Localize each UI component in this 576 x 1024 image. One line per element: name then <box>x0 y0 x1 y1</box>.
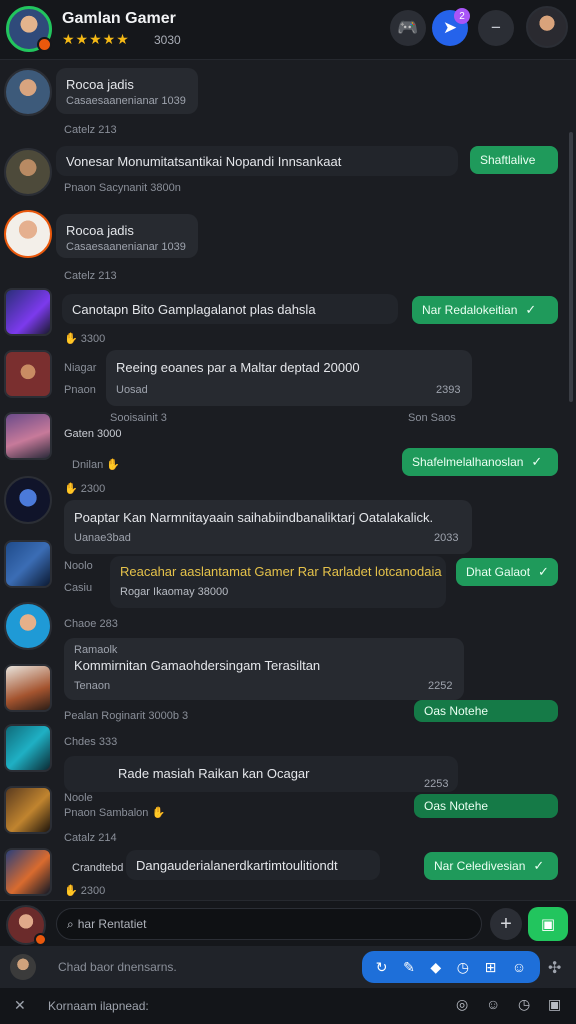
channel-subtitle: 3030 <box>154 33 181 47</box>
message-bubble: Reacahar aaslantamat Gamer Rar Rarladet … <box>110 556 446 608</box>
send-box-button[interactable]: ▣ <box>528 907 568 941</box>
action-button[interactable]: Shaftlalive <box>470 146 558 174</box>
avatar[interactable] <box>4 786 52 834</box>
avatar[interactable] <box>4 412 52 460</box>
image-icon[interactable]: ▣ <box>548 996 561 1013</box>
bottom-hint: Kornaam ilapnead: <box>48 999 149 1013</box>
send-button[interactable]: ➤ 2 <box>432 8 470 46</box>
search-icon: ⌕ <box>67 917 74 931</box>
action-button[interactable]: Oas Notehe <box>414 700 558 722</box>
app-header: Gamlan Gamer ★★★★★ 3030 🎮 ➤ 2 − <box>0 0 576 60</box>
avatar[interactable] <box>4 288 52 336</box>
composer-avatar[interactable] <box>6 905 47 946</box>
check-icon: ✓ <box>533 858 545 873</box>
refresh-icon[interactable]: ↻ <box>376 959 388 976</box>
message-composer: ⌕ har Rentatiet + ▣ <box>0 900 576 946</box>
check-icon: ✓ <box>525 302 537 317</box>
avatar[interactable] <box>4 68 52 116</box>
help-icon[interactable]: ◎ <box>456 996 468 1013</box>
check-icon: ✓ <box>538 564 549 579</box>
chat-feed[interactable]: Rocoa jadis Casaesaanenianar 1039 Catelz… <box>0 62 576 900</box>
action-button[interactable]: Nar Redalokeitian ✓ <box>412 296 558 324</box>
pin-icon[interactable]: ✎ <box>403 959 415 976</box>
action-button[interactable]: Shafelmelalhanoslan ✓ <box>402 448 558 476</box>
emoji-icon: ✋ <box>64 333 78 345</box>
avatar[interactable] <box>4 350 52 398</box>
game-controller-button[interactable]: 🎮 <box>390 10 426 46</box>
toolbar-hint: Chad baor dnensarns. <box>58 960 177 974</box>
clock-icon[interactable]: ◷ <box>518 996 530 1013</box>
action-button[interactable]: Nar Celedivesian ✓ <box>424 852 558 880</box>
settings-icon[interactable]: ✣ <box>548 958 561 978</box>
message-bubble: Vonesar Monumitatsantikai Nopandi Innsan… <box>56 146 458 176</box>
message-bubble: Dangauderialanerdkartimtoulitiondt <box>126 850 380 880</box>
message-input[interactable]: ⌕ har Rentatiet <box>56 908 482 940</box>
message-bubble: Reeing eoanes par a Maltar deptad 20000 … <box>106 350 472 406</box>
avatar[interactable] <box>4 724 52 772</box>
action-button[interactable]: Dhat Galaot ✓ <box>456 558 558 586</box>
emoji-icon[interactable]: ☺ <box>512 959 526 975</box>
smile-icon[interactable]: ☺ <box>486 996 500 1012</box>
rating-stars: ★★★★★ <box>62 31 130 47</box>
feed-scrollbar[interactable] <box>569 132 573 402</box>
check-icon: ✓ <box>531 454 543 469</box>
clock-icon[interactable]: ◷ <box>457 959 469 976</box>
controller-icon[interactable]: ◆ <box>430 959 441 976</box>
game-controller-icon: 🎮 <box>397 18 419 37</box>
reaction-toolbar: Chad baor dnensarns. ↻ ✎ ◆ ◷ ⊞ ☺ ✣ <box>0 946 576 988</box>
profile-avatar[interactable] <box>6 6 52 52</box>
avatar[interactable] <box>4 664 52 712</box>
status-dot <box>37 37 52 52</box>
user-avatar[interactable] <box>526 6 568 48</box>
send-box-icon: ▣ <box>540 916 556 933</box>
post-bubble: Rocoa jadis Casaesaanenianar 1039 <box>56 214 198 258</box>
avatar[interactable] <box>4 540 52 588</box>
message-bubble: Canotapn Bito Gamplagalanot plas dahsla <box>62 294 398 324</box>
status-dot <box>34 933 47 946</box>
avatar[interactable] <box>4 602 52 650</box>
bottom-bar: ✕ Kornaam ilapnead: ◎ ☺ ◷ ▣ <box>0 988 576 1024</box>
add-button[interactable]: + <box>490 908 522 940</box>
message-bubble: Poaptar Kan Narmnitayaain saihabiindbana… <box>64 500 472 554</box>
avatar[interactable] <box>4 210 52 258</box>
post-bubble: Rocoa jadis Casaesaanenianar 1039 <box>56 68 198 114</box>
close-icon[interactable]: ✕ <box>14 997 26 1014</box>
more-icon: − <box>491 18 501 37</box>
attach-icon[interactable]: ⊞ <box>485 959 497 976</box>
toolbar-avatar[interactable] <box>10 954 36 980</box>
notification-badge: 2 <box>454 8 470 24</box>
avatar[interactable] <box>4 148 52 196</box>
more-button[interactable]: − <box>478 10 514 46</box>
action-button[interactable]: Oas Notehe <box>414 794 558 818</box>
quick-actions: ↻ ✎ ◆ ◷ ⊞ ☺ <box>362 951 540 983</box>
post-bubble: Ramaolk Kommirnitan Gamaohdersingam Tera… <box>64 638 464 700</box>
plus-icon: + <box>500 912 512 935</box>
message-bubble: Rade masiah Raikan kan Ocagar 2253 <box>64 756 458 792</box>
channel-title: Gamlan Gamer <box>62 10 176 27</box>
avatar[interactable] <box>4 848 52 896</box>
avatar[interactable] <box>4 476 52 524</box>
